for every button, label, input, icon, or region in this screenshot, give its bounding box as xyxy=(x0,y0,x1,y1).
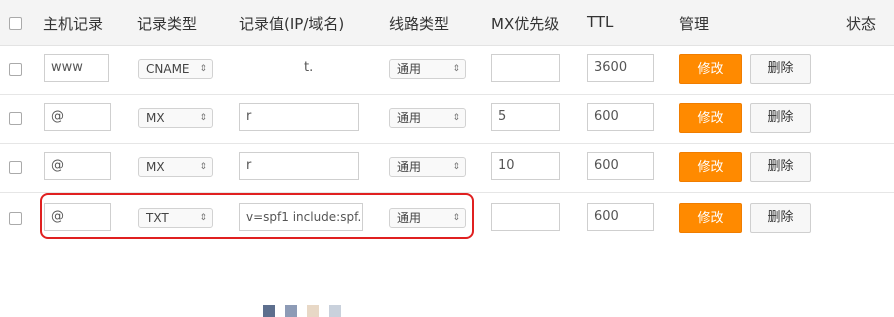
record-type-select[interactable]: CNAME ⇕ xyxy=(138,59,213,79)
header-host: 主机记录 xyxy=(43,15,104,33)
record-value-input[interactable]: r xyxy=(239,103,359,131)
select-arrows-icon: ⇕ xyxy=(199,113,207,123)
record-value-text: t. xyxy=(304,60,314,75)
row-checkbox[interactable] xyxy=(9,161,22,174)
header-manage: 管理 xyxy=(679,15,710,33)
header-line-type: 线路类型 xyxy=(389,15,450,33)
record-value-text: r xyxy=(246,158,252,173)
record-value-text: r xyxy=(246,109,252,124)
select-arrows-icon: ⇕ xyxy=(199,162,207,172)
record-type-value: MX xyxy=(146,160,165,174)
edit-button[interactable]: 修改 xyxy=(679,152,742,182)
host-input[interactable]: @ xyxy=(44,152,111,180)
redacted-block xyxy=(307,305,319,317)
record-type-select[interactable]: MX ⇕ xyxy=(138,157,213,177)
table-row: www CNAME ⇕ t. 通用 ⇕ 3600 修改 删除 xyxy=(0,45,894,116)
dns-records-table: 主机记录 记录类型 记录值(IP/域名) 线路类型 MX优先级 TTL 管理 状… xyxy=(0,0,894,317)
record-type-value: CNAME xyxy=(146,62,190,76)
mx-priority-input[interactable] xyxy=(491,54,560,82)
delete-button[interactable]: 删除 xyxy=(750,152,811,182)
select-arrows-icon: ⇕ xyxy=(452,162,460,172)
header-mx-priority: MX优先级 xyxy=(491,15,560,33)
header-ttl: TTL xyxy=(587,13,614,31)
header-status: 状态 xyxy=(846,15,877,33)
select-arrows-icon: ⇕ xyxy=(199,64,207,74)
record-type-select[interactable]: MX ⇕ xyxy=(138,108,213,128)
row-checkbox[interactable] xyxy=(9,112,22,125)
redacted-block xyxy=(285,305,297,317)
select-arrows-icon: ⇕ xyxy=(452,113,460,123)
mx-priority-input[interactable]: 5 xyxy=(491,103,560,131)
select-all-checkbox[interactable] xyxy=(9,17,22,30)
line-type-value: 通用 xyxy=(397,62,422,76)
record-value-input[interactable]: r xyxy=(239,152,359,180)
host-input[interactable]: @ xyxy=(44,103,111,131)
table-row: @ MX ⇕ r 通用 ⇕ 5 600 修改 删除 xyxy=(0,94,894,219)
redacted-block xyxy=(263,305,275,317)
line-type-value: 通用 xyxy=(397,111,422,125)
line-type-value: 通用 xyxy=(397,160,422,174)
ttl-input[interactable]: 3600 xyxy=(587,54,654,82)
line-type-select[interactable]: 通用 ⇕ xyxy=(389,157,466,177)
select-arrows-icon: ⇕ xyxy=(452,64,460,74)
line-type-select[interactable]: 通用 ⇕ xyxy=(389,108,466,128)
ttl-input[interactable]: 600 xyxy=(587,203,654,231)
table-row: @ MX ⇕ r 通用 ⇕ 10 600 修改 删除 xyxy=(0,143,894,317)
ttl-input[interactable]: 600 xyxy=(587,103,654,131)
row-checkbox[interactable] xyxy=(9,63,22,76)
header-record-value: 记录值(IP/域名) xyxy=(239,15,345,33)
table-header: 主机记录 记录类型 记录值(IP/域名) 线路类型 MX优先级 TTL 管理 状… xyxy=(0,0,894,46)
mx-priority-input[interactable] xyxy=(491,203,560,231)
line-type-select[interactable]: 通用 ⇕ xyxy=(389,59,466,79)
edit-button[interactable]: 修改 xyxy=(679,103,742,133)
ttl-input[interactable]: 600 xyxy=(587,152,654,180)
redacted-block xyxy=(329,305,341,317)
edit-button[interactable]: 修改 xyxy=(679,54,742,84)
delete-button[interactable]: 删除 xyxy=(750,103,811,133)
delete-button[interactable]: 删除 xyxy=(750,203,811,233)
row-checkbox[interactable] xyxy=(9,212,22,225)
delete-button[interactable]: 删除 xyxy=(750,54,811,84)
host-input[interactable]: www xyxy=(44,54,109,82)
highlight-annotation xyxy=(40,193,474,239)
header-record-type: 记录类型 xyxy=(137,15,198,33)
record-type-value: MX xyxy=(146,111,165,125)
edit-button[interactable]: 修改 xyxy=(679,203,742,233)
mx-priority-input[interactable]: 10 xyxy=(491,152,560,180)
record-value-input[interactable]: t. xyxy=(239,54,359,82)
